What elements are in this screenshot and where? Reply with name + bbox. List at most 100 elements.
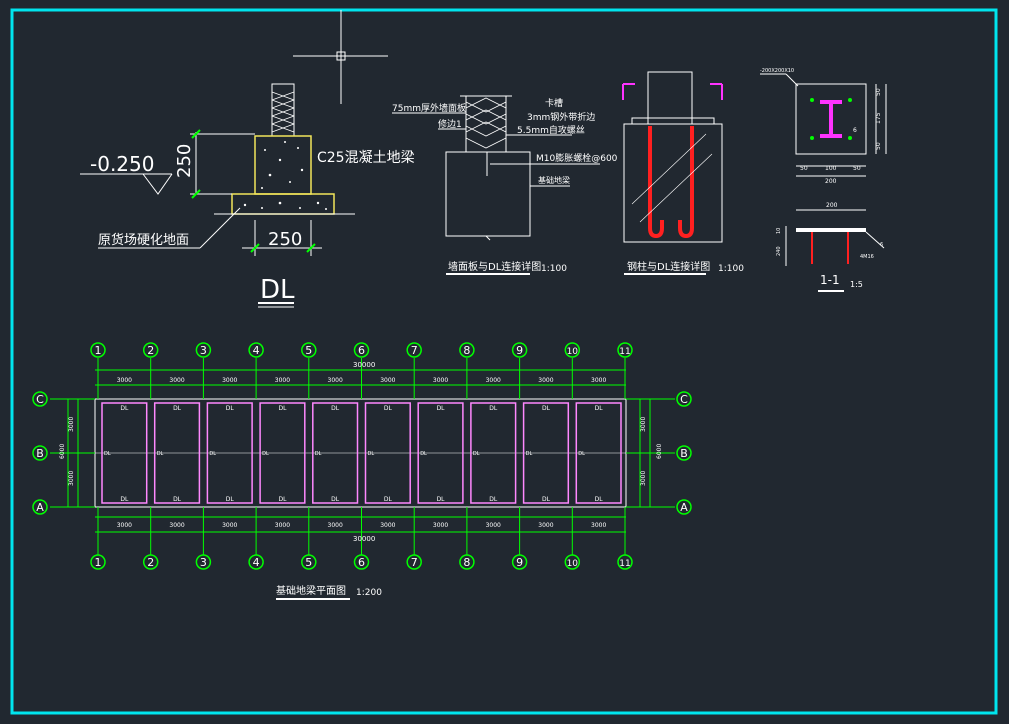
- axis-label-9: 9: [516, 556, 523, 569]
- foundation-beam-plan: 1122334455667788991010111130003000DLDLDL…: [32, 342, 692, 600]
- cad-drawing-canvas[interactable]: -0.250 250 250 C25混凝土地梁 原货场硬化地面 DL 75mm厚…: [0, 0, 1009, 724]
- axis-label-3: 3: [200, 344, 207, 357]
- ground-label: 原货场硬化地面: [98, 232, 189, 248]
- section-height-dim: 240: [776, 246, 782, 256]
- wall-detail-title: 墙面板与DL连接详图: [448, 260, 541, 273]
- bay-dim-bottom: 3000: [538, 522, 553, 529]
- plate-dim-r3: 50: [875, 142, 882, 150]
- h-column-icon: [820, 100, 842, 138]
- bay-dim-top: 3000: [486, 377, 501, 384]
- plate-weld-text: 6: [853, 127, 857, 134]
- bay-dim-top: 3000: [538, 377, 553, 384]
- column-detail-scale: 1:100: [718, 264, 744, 274]
- bay-dim-bottom: 3000: [222, 522, 237, 529]
- axis-label-1: 1: [95, 556, 102, 569]
- plan-scale: 1:200: [356, 588, 382, 598]
- wall-note-1: 75mm厚外墙面板: [392, 102, 466, 114]
- axis-label-7: 7: [411, 556, 418, 569]
- wall-note-4: 修边1: [438, 118, 462, 130]
- plate-dim-b2: 100: [825, 165, 837, 172]
- bay-dim-bottom: 3000: [117, 522, 132, 529]
- axis-label-4: 4: [253, 344, 260, 357]
- base-plate-section: [796, 228, 866, 232]
- beam-tag-bottom: DL: [595, 496, 604, 503]
- height-dim-text: 250: [174, 144, 195, 178]
- plate-dim-b1: 50: [800, 165, 808, 172]
- wall-note-7: 基础地梁: [538, 175, 570, 185]
- beam-tag-top: DL: [489, 405, 498, 412]
- axis-label-2: 2: [147, 344, 154, 357]
- beam-tag-top: DL: [120, 405, 129, 412]
- beam-tag-bottom: DL: [173, 496, 182, 503]
- bay-dim-top: 3000: [380, 377, 395, 384]
- plate-dim-r1: 50: [875, 88, 882, 96]
- ground-slab-outline: [231, 193, 335, 215]
- bay-dim-bottom: 3000: [169, 522, 184, 529]
- beam-tag-top: DL: [173, 405, 182, 412]
- axis-label-5: 5: [305, 556, 312, 569]
- plate-leader-text: -200X200X10: [760, 68, 794, 74]
- bay-dim-bottom: 3000: [275, 522, 290, 529]
- left-dim-lower: 3000: [68, 471, 75, 486]
- left-dim-total: 6000: [59, 444, 66, 459]
- axis-label-8: 8: [463, 556, 470, 569]
- axis-label-6: 6: [358, 344, 365, 357]
- top-total-dim: 30000: [353, 361, 375, 369]
- beam-tag-top: DL: [278, 405, 287, 412]
- beam-tag-bottom: DL: [489, 496, 498, 503]
- concrete-speckle: [243, 141, 327, 210]
- beam-tag-side: DL: [209, 451, 216, 457]
- beam-tag-top: DL: [384, 405, 393, 412]
- bay-dim-top: 3000: [117, 377, 132, 384]
- beam-tag-bottom: DL: [331, 496, 340, 503]
- dl-title: DL: [260, 275, 295, 305]
- bottom-total-dim: 30000: [353, 535, 375, 543]
- beam-tag-side: DL: [473, 451, 480, 457]
- section-left-dim: 10: [776, 228, 782, 234]
- beam-tag-side: DL: [104, 451, 111, 457]
- beam-tag-bottom: DL: [120, 496, 129, 503]
- wall-note-2: 卡槽: [545, 97, 563, 109]
- row-label-C: C: [680, 393, 688, 406]
- bay-dim-bottom: 3000: [433, 522, 448, 529]
- axis-label-3: 3: [200, 556, 207, 569]
- beam-tag-top: DL: [542, 405, 551, 412]
- section-title: 1-1: [820, 273, 840, 287]
- column-detail: 钢柱与DL连接详图 1:100: [622, 71, 744, 275]
- beam-tag-side: DL: [368, 451, 375, 457]
- row-label-C: C: [36, 393, 44, 406]
- wall-note-6: M10膨胀螺栓@600: [536, 152, 618, 164]
- bay-dim-bottom: 3000: [380, 522, 395, 529]
- axis-label-6: 6: [358, 556, 365, 569]
- bay-dim-top: 3000: [169, 377, 184, 384]
- concrete-beam-outline: [254, 135, 312, 195]
- axis-label-9: 9: [516, 344, 523, 357]
- beam-tag-bottom: DL: [226, 496, 235, 503]
- bay-dim-top: 3000: [222, 377, 237, 384]
- beam-tag-bottom: DL: [278, 496, 287, 503]
- beam-tag-bottom: DL: [384, 496, 393, 503]
- wall-note-3: 3mm钢外带折边: [527, 111, 595, 123]
- bay-dim-top: 3000: [591, 377, 606, 384]
- bay-dim-top: 3000: [328, 377, 343, 384]
- right-dim-total: 6000: [656, 444, 663, 459]
- axis-label-7: 7: [411, 344, 418, 357]
- row-label-A: A: [680, 501, 688, 514]
- beam-tag-side: DL: [578, 451, 585, 457]
- beam-tag-top: DL: [331, 405, 340, 412]
- row-label-B: B: [36, 447, 44, 460]
- beam-tag-side: DL: [315, 451, 322, 457]
- section-weld-text: 6: [880, 242, 883, 248]
- beam-tag-top: DL: [437, 405, 446, 412]
- elevation-text: -0.250: [90, 152, 154, 176]
- drawing-frame: [10, 8, 998, 715]
- width-dim-text: 250: [268, 229, 302, 250]
- axis-label-11: 11: [619, 347, 630, 357]
- beam-tag-top: DL: [226, 405, 235, 412]
- axis-label-10: 10: [567, 347, 579, 357]
- anchor-bolt-right-icon: [678, 126, 694, 239]
- axis-label-1: 1: [95, 344, 102, 357]
- bay-dim-top: 3000: [433, 377, 448, 384]
- row-label-A: A: [36, 501, 44, 514]
- beam-tag-side: DL: [420, 451, 427, 457]
